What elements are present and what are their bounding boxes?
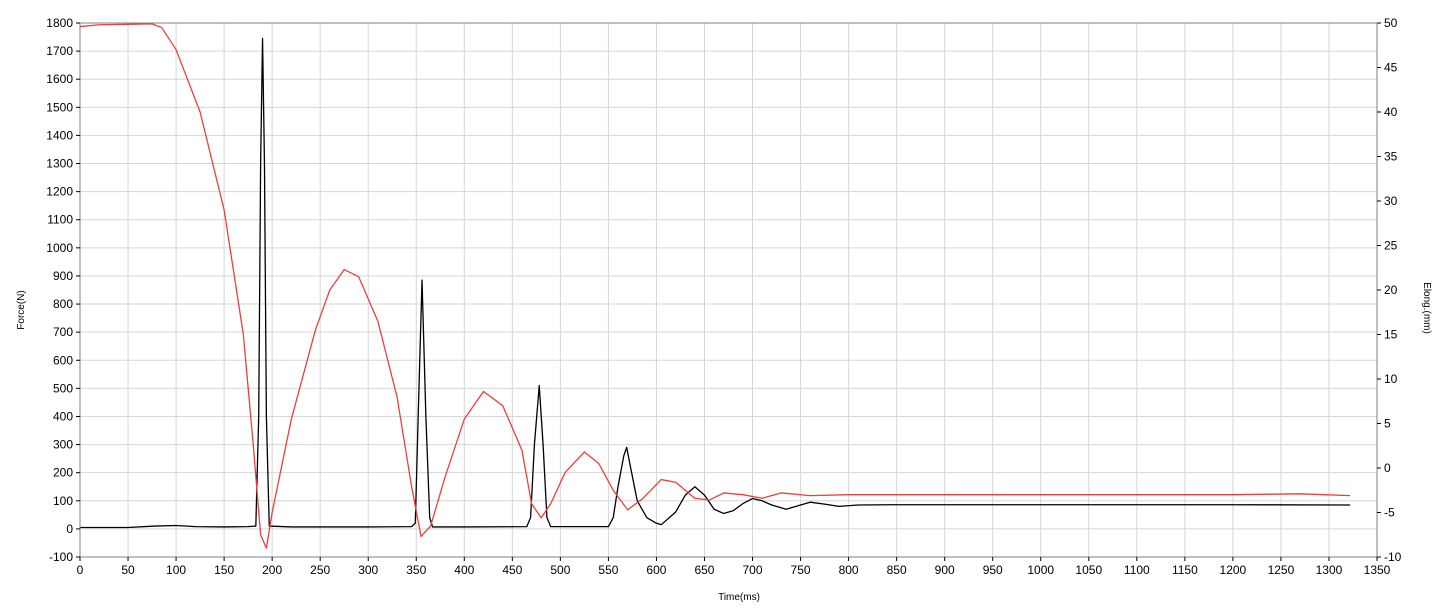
- y-left-axis-ticks: -100 0 100 200 300 400 500 600 700 800 900 1000 1100…: [46, 16, 80, 564]
- y-right-tick-label: 15: [1384, 328, 1398, 342]
- x-tick-label: 0: [77, 563, 84, 577]
- y-right-tick-label: 0: [1384, 461, 1391, 475]
- series-lines: [79, 23, 1351, 549]
- y-left-tick-label: 0: [66, 522, 73, 536]
- x-tick-label: 300: [358, 563, 378, 577]
- y-left-tick-label: 1200: [46, 185, 73, 199]
- y-left-tick-label: 500: [53, 381, 73, 395]
- y-left-tick-label: 400: [53, 409, 73, 423]
- y-right-tick-label: 25: [1384, 239, 1398, 253]
- force-elongation-chart: 0 50 100 150 200 250 300 350 400 450 500 550 600 650 7…: [16, 16, 1432, 603]
- x-tick-label: 1150: [1172, 563, 1198, 577]
- x-tick-label: 1250: [1268, 563, 1295, 577]
- y-left-tick-label: 1100: [47, 213, 73, 227]
- y-left-tick-label: 1500: [46, 100, 73, 114]
- y-right-tick-label: 35: [1384, 150, 1398, 164]
- x-tick-label: 750: [791, 563, 811, 577]
- x-tick-label: 450: [502, 563, 522, 577]
- y-left-tick-label: 1600: [46, 72, 73, 86]
- elongation-series-line: [79, 23, 1351, 549]
- x-tick-label: 1300: [1316, 563, 1343, 577]
- x-tick-label: 50: [121, 563, 135, 577]
- x-tick-label: 250: [310, 563, 330, 577]
- y-left-tick-label: 100: [53, 494, 73, 508]
- x-tick-label: 950: [983, 563, 1003, 577]
- y-left-tick-label: 1700: [46, 44, 73, 58]
- x-tick-label: 900: [935, 563, 955, 577]
- grid-lines: [79, 22, 1378, 558]
- x-tick-label: 150: [214, 563, 234, 577]
- y-right-tick-label: -10: [1384, 550, 1402, 564]
- x-tick-label: 1000: [1027, 563, 1054, 577]
- x-tick-label: 100: [166, 563, 186, 577]
- x-tick-label: 1050: [1075, 563, 1102, 577]
- x-tick-label: 800: [839, 563, 859, 577]
- y-left-tick-label: 700: [53, 325, 73, 339]
- y-left-tick-label: 1400: [46, 128, 73, 142]
- y-left-tick-label: 1000: [46, 241, 73, 255]
- x-tick-label: 1350: [1364, 563, 1391, 577]
- x-axis-title: Time(ms): [718, 592, 760, 603]
- x-tick-label: 850: [887, 563, 907, 577]
- y-right-tick-label: 50: [1384, 16, 1398, 30]
- x-tick-label: 1100: [1124, 563, 1150, 577]
- y-left-tick-label: 200: [53, 466, 73, 480]
- x-tick-label: 550: [598, 563, 618, 577]
- x-tick-label: 350: [406, 563, 426, 577]
- y-right-tick-label: 20: [1384, 283, 1398, 297]
- y-right-axis-title: Elong.(mm): [1421, 282, 1432, 334]
- y-left-axis-title: Force(N): [16, 290, 27, 329]
- y-right-tick-label: -5: [1384, 506, 1395, 520]
- y-right-tick-label: 45: [1384, 61, 1398, 75]
- y-right-axis-ticks: -10 -5 0 5 10 15 20 25 30 35 40 45 50: [1377, 16, 1402, 564]
- x-tick-label: 500: [550, 563, 570, 577]
- x-axis-ticks: 0 50 100 150 200 250 300 350 400 450 500 550 600 650 7…: [77, 557, 1391, 577]
- y-left-tick-label: 300: [53, 438, 73, 452]
- y-right-tick-label: 10: [1384, 372, 1398, 386]
- y-right-tick-label: 40: [1384, 105, 1398, 119]
- y-left-tick-label: 1800: [46, 16, 73, 30]
- y-left-tick-label: 800: [53, 297, 73, 311]
- y-left-tick-label: 1300: [46, 157, 73, 171]
- x-tick-label: 1200: [1220, 563, 1247, 577]
- y-right-tick-label: 30: [1384, 194, 1398, 208]
- y-right-tick-label: 5: [1384, 417, 1391, 431]
- x-tick-label: 400: [454, 563, 474, 577]
- x-tick-label: 600: [646, 563, 666, 577]
- x-tick-label: 200: [262, 563, 282, 577]
- force-series-line: [80, 37, 1351, 529]
- x-tick-label: 700: [743, 563, 763, 577]
- x-tick-label: 650: [694, 563, 714, 577]
- y-left-tick-label: 600: [53, 353, 73, 367]
- plot-frame: [79, 22, 1378, 558]
- y-left-tick-label: 900: [53, 269, 73, 283]
- y-left-tick-label: -100: [49, 550, 73, 564]
